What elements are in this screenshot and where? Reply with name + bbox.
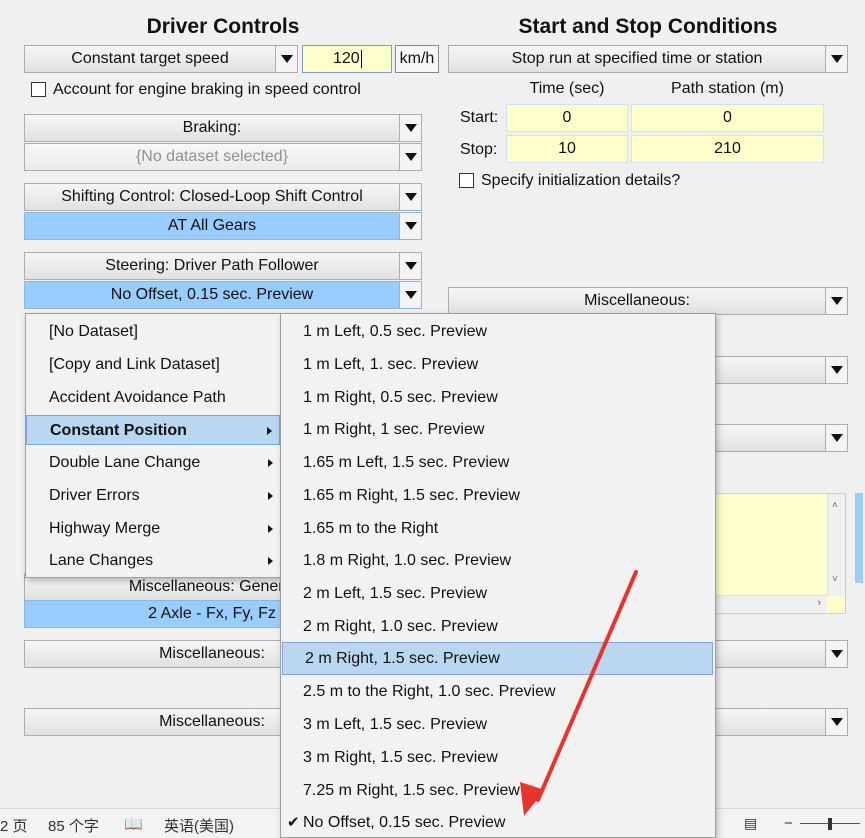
annotation-arrow-head (520, 782, 545, 816)
annotation-arrow-shaft (536, 570, 638, 802)
annotation-arrow (520, 570, 638, 816)
